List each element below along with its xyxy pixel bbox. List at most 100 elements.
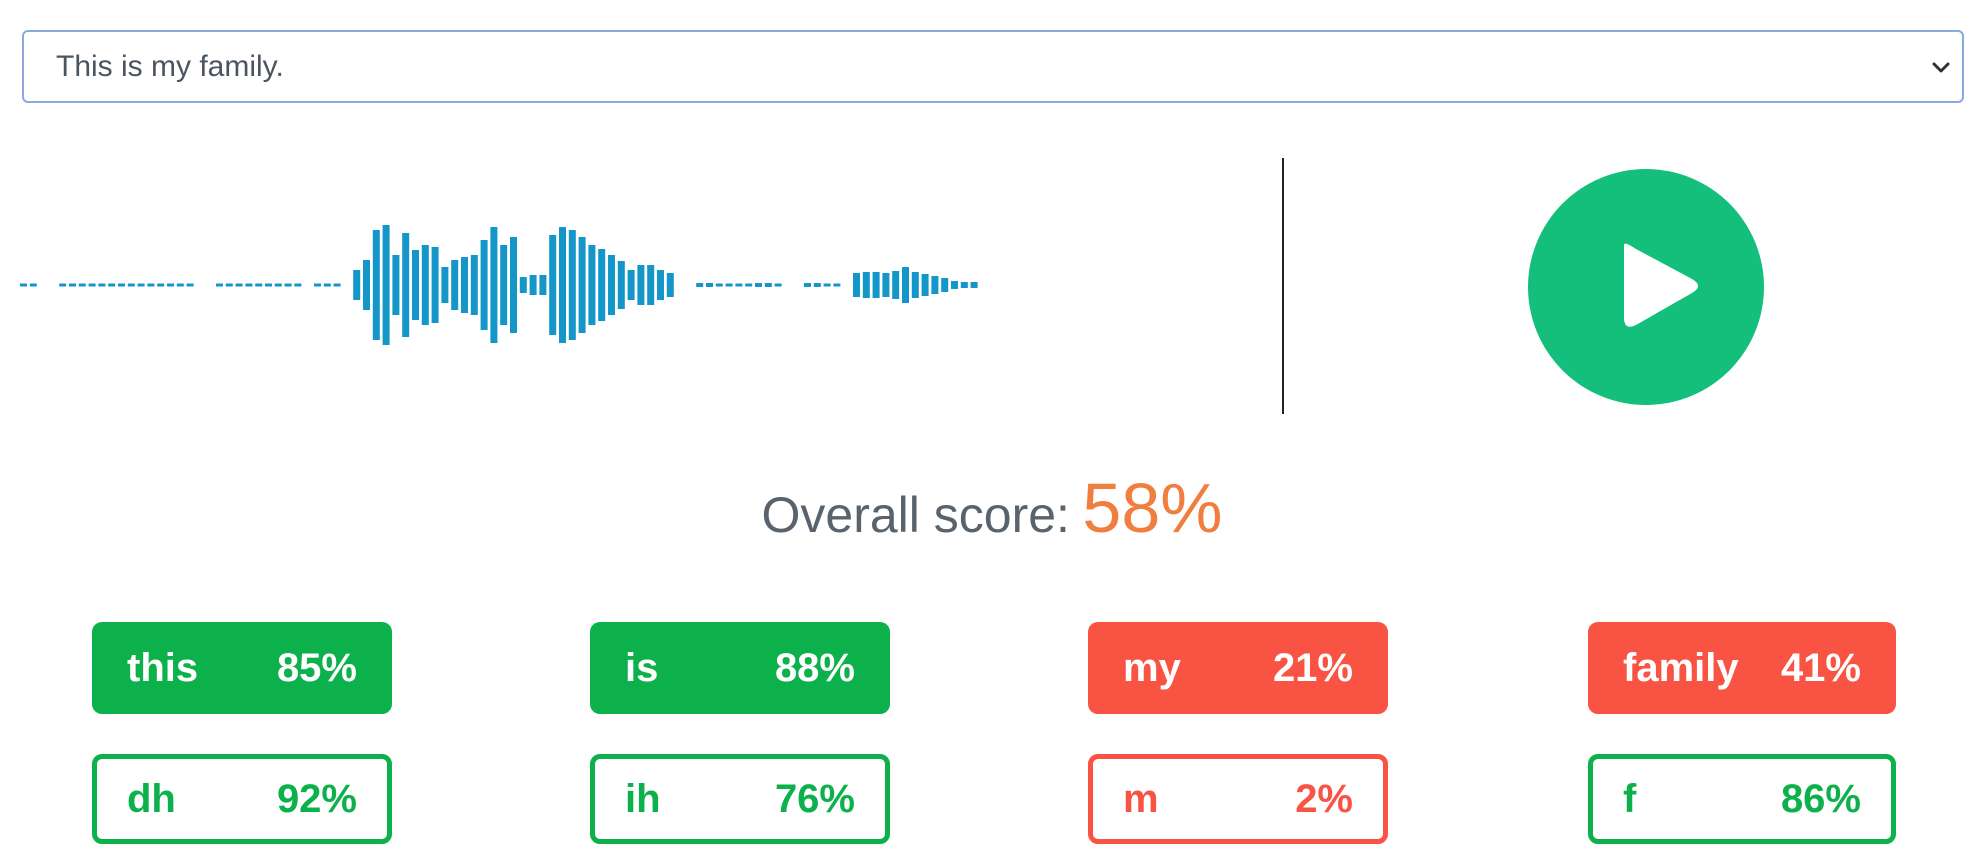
word-score: 88% bbox=[774, 646, 855, 690]
waveform-bar bbox=[902, 267, 909, 303]
play-icon bbox=[1624, 243, 1698, 327]
word-label: family bbox=[1623, 646, 1739, 690]
waveform-bar bbox=[578, 237, 586, 333]
phoneme-score-dh[interactable]: dh 92% bbox=[92, 754, 392, 844]
waveform-bar bbox=[931, 276, 939, 294]
waveform-bar bbox=[69, 283, 76, 287]
waveform-bar bbox=[363, 260, 370, 310]
word-label: this bbox=[127, 646, 199, 690]
waveform-bar bbox=[696, 283, 704, 287]
waveform-bar bbox=[755, 283, 762, 287]
waveform-bar bbox=[833, 283, 841, 287]
phoneme-score-m[interactable]: m 2% bbox=[1088, 754, 1388, 844]
waveform-bar bbox=[549, 235, 557, 335]
phoneme-score-ih[interactable]: ih 76% bbox=[590, 754, 890, 844]
waveform-bar bbox=[235, 283, 243, 287]
phoneme-score: 92% bbox=[276, 777, 357, 821]
overall-score-label: Overall score: bbox=[761, 487, 1070, 543]
waveform-bar bbox=[314, 283, 321, 287]
waveform-bar bbox=[88, 283, 96, 287]
sentence-select[interactable]: This is my family. bbox=[22, 30, 1964, 103]
playback-cursor[interactable] bbox=[1282, 158, 1284, 414]
waveform-bar bbox=[137, 283, 145, 287]
waveform-bar bbox=[265, 283, 272, 287]
waveform-bar bbox=[627, 270, 635, 300]
waveform-bar bbox=[529, 275, 537, 295]
waveform-bar bbox=[882, 273, 890, 297]
waveform-bar bbox=[892, 271, 900, 299]
waveform-bar bbox=[960, 282, 968, 288]
overall-score: Overall score: 58% bbox=[0, 468, 1984, 548]
waveform-bar bbox=[568, 230, 576, 340]
sentence-select-value: This is my family. bbox=[56, 50, 284, 83]
phoneme-label: f bbox=[1623, 777, 1637, 821]
waveform-bar bbox=[510, 237, 517, 333]
word-score: 41% bbox=[1780, 646, 1861, 690]
waveform-bar bbox=[813, 283, 821, 287]
word-score-is[interactable]: is 88% bbox=[590, 622, 890, 714]
waveform-bar bbox=[382, 225, 390, 345]
waveform-bar bbox=[823, 283, 831, 287]
waveform-bar bbox=[461, 257, 468, 313]
waveform-bar bbox=[333, 283, 341, 287]
waveform-bar bbox=[774, 283, 782, 287]
waveform-bar bbox=[598, 249, 606, 321]
waveform-bar bbox=[519, 277, 527, 293]
waveform-bar bbox=[451, 260, 459, 310]
waveform-bar bbox=[735, 283, 743, 287]
waveform-bar bbox=[441, 267, 449, 303]
word-label: my bbox=[1123, 646, 1181, 690]
phoneme-score-f[interactable]: f 86% bbox=[1588, 754, 1896, 844]
waveform-bar bbox=[186, 283, 194, 287]
phoneme-score: 86% bbox=[1780, 777, 1861, 821]
waveform-bar bbox=[500, 245, 508, 325]
waveform-bar bbox=[588, 245, 596, 325]
play-button[interactable] bbox=[1528, 169, 1764, 405]
waveform-bar bbox=[127, 283, 135, 287]
waveform-bar bbox=[657, 270, 664, 300]
waveform-bar bbox=[941, 278, 949, 292]
audio-waveform[interactable] bbox=[20, 155, 1290, 415]
waveform-bar bbox=[294, 283, 302, 287]
waveform-bar bbox=[20, 283, 27, 287]
waveform-bar bbox=[951, 281, 958, 289]
word-score-this[interactable]: this 85% bbox=[92, 622, 392, 714]
waveform-bar bbox=[666, 273, 674, 297]
word-label: is bbox=[625, 646, 659, 690]
word-score: 21% bbox=[1272, 646, 1353, 690]
waveform-bar bbox=[617, 261, 625, 309]
waveform-bar bbox=[764, 283, 772, 287]
phoneme-label: ih bbox=[625, 777, 661, 821]
waveform-bar bbox=[274, 283, 282, 287]
waveform-bar bbox=[872, 272, 880, 298]
waveform-bar bbox=[255, 283, 263, 287]
phoneme-label: dh bbox=[127, 777, 176, 821]
overall-score-value: 58% bbox=[1082, 469, 1223, 547]
waveform-bar bbox=[559, 227, 566, 343]
waveform-bar bbox=[637, 265, 645, 305]
waveform-bar bbox=[804, 283, 811, 287]
word-score-my[interactable]: my 21% bbox=[1088, 622, 1388, 714]
word-score: 85% bbox=[276, 646, 357, 690]
waveform-bar bbox=[608, 255, 615, 315]
waveform-bar bbox=[470, 255, 478, 315]
waveform-bar bbox=[392, 255, 400, 315]
waveform-bar bbox=[216, 283, 223, 287]
waveform-bar bbox=[245, 283, 253, 287]
waveform-bar bbox=[921, 274, 929, 296]
waveform-bar bbox=[353, 270, 361, 300]
pronunciation-page: This is my family. Overall score: 58% th… bbox=[0, 0, 1984, 866]
waveform-bar bbox=[725, 283, 733, 287]
waveform-bar bbox=[157, 283, 165, 287]
waveform-bar bbox=[167, 283, 174, 287]
word-score-family[interactable]: family 41% bbox=[1588, 622, 1896, 714]
phoneme-score: 76% bbox=[774, 777, 855, 821]
phoneme-score: 2% bbox=[1295, 777, 1353, 821]
waveform-bar bbox=[421, 245, 429, 325]
waveform-bar bbox=[431, 247, 439, 323]
waveform-bar bbox=[78, 283, 86, 287]
waveform-bar bbox=[911, 272, 919, 298]
waveform-bar bbox=[539, 275, 547, 295]
waveform-bar bbox=[29, 283, 37, 287]
waveform-bar bbox=[706, 283, 713, 287]
